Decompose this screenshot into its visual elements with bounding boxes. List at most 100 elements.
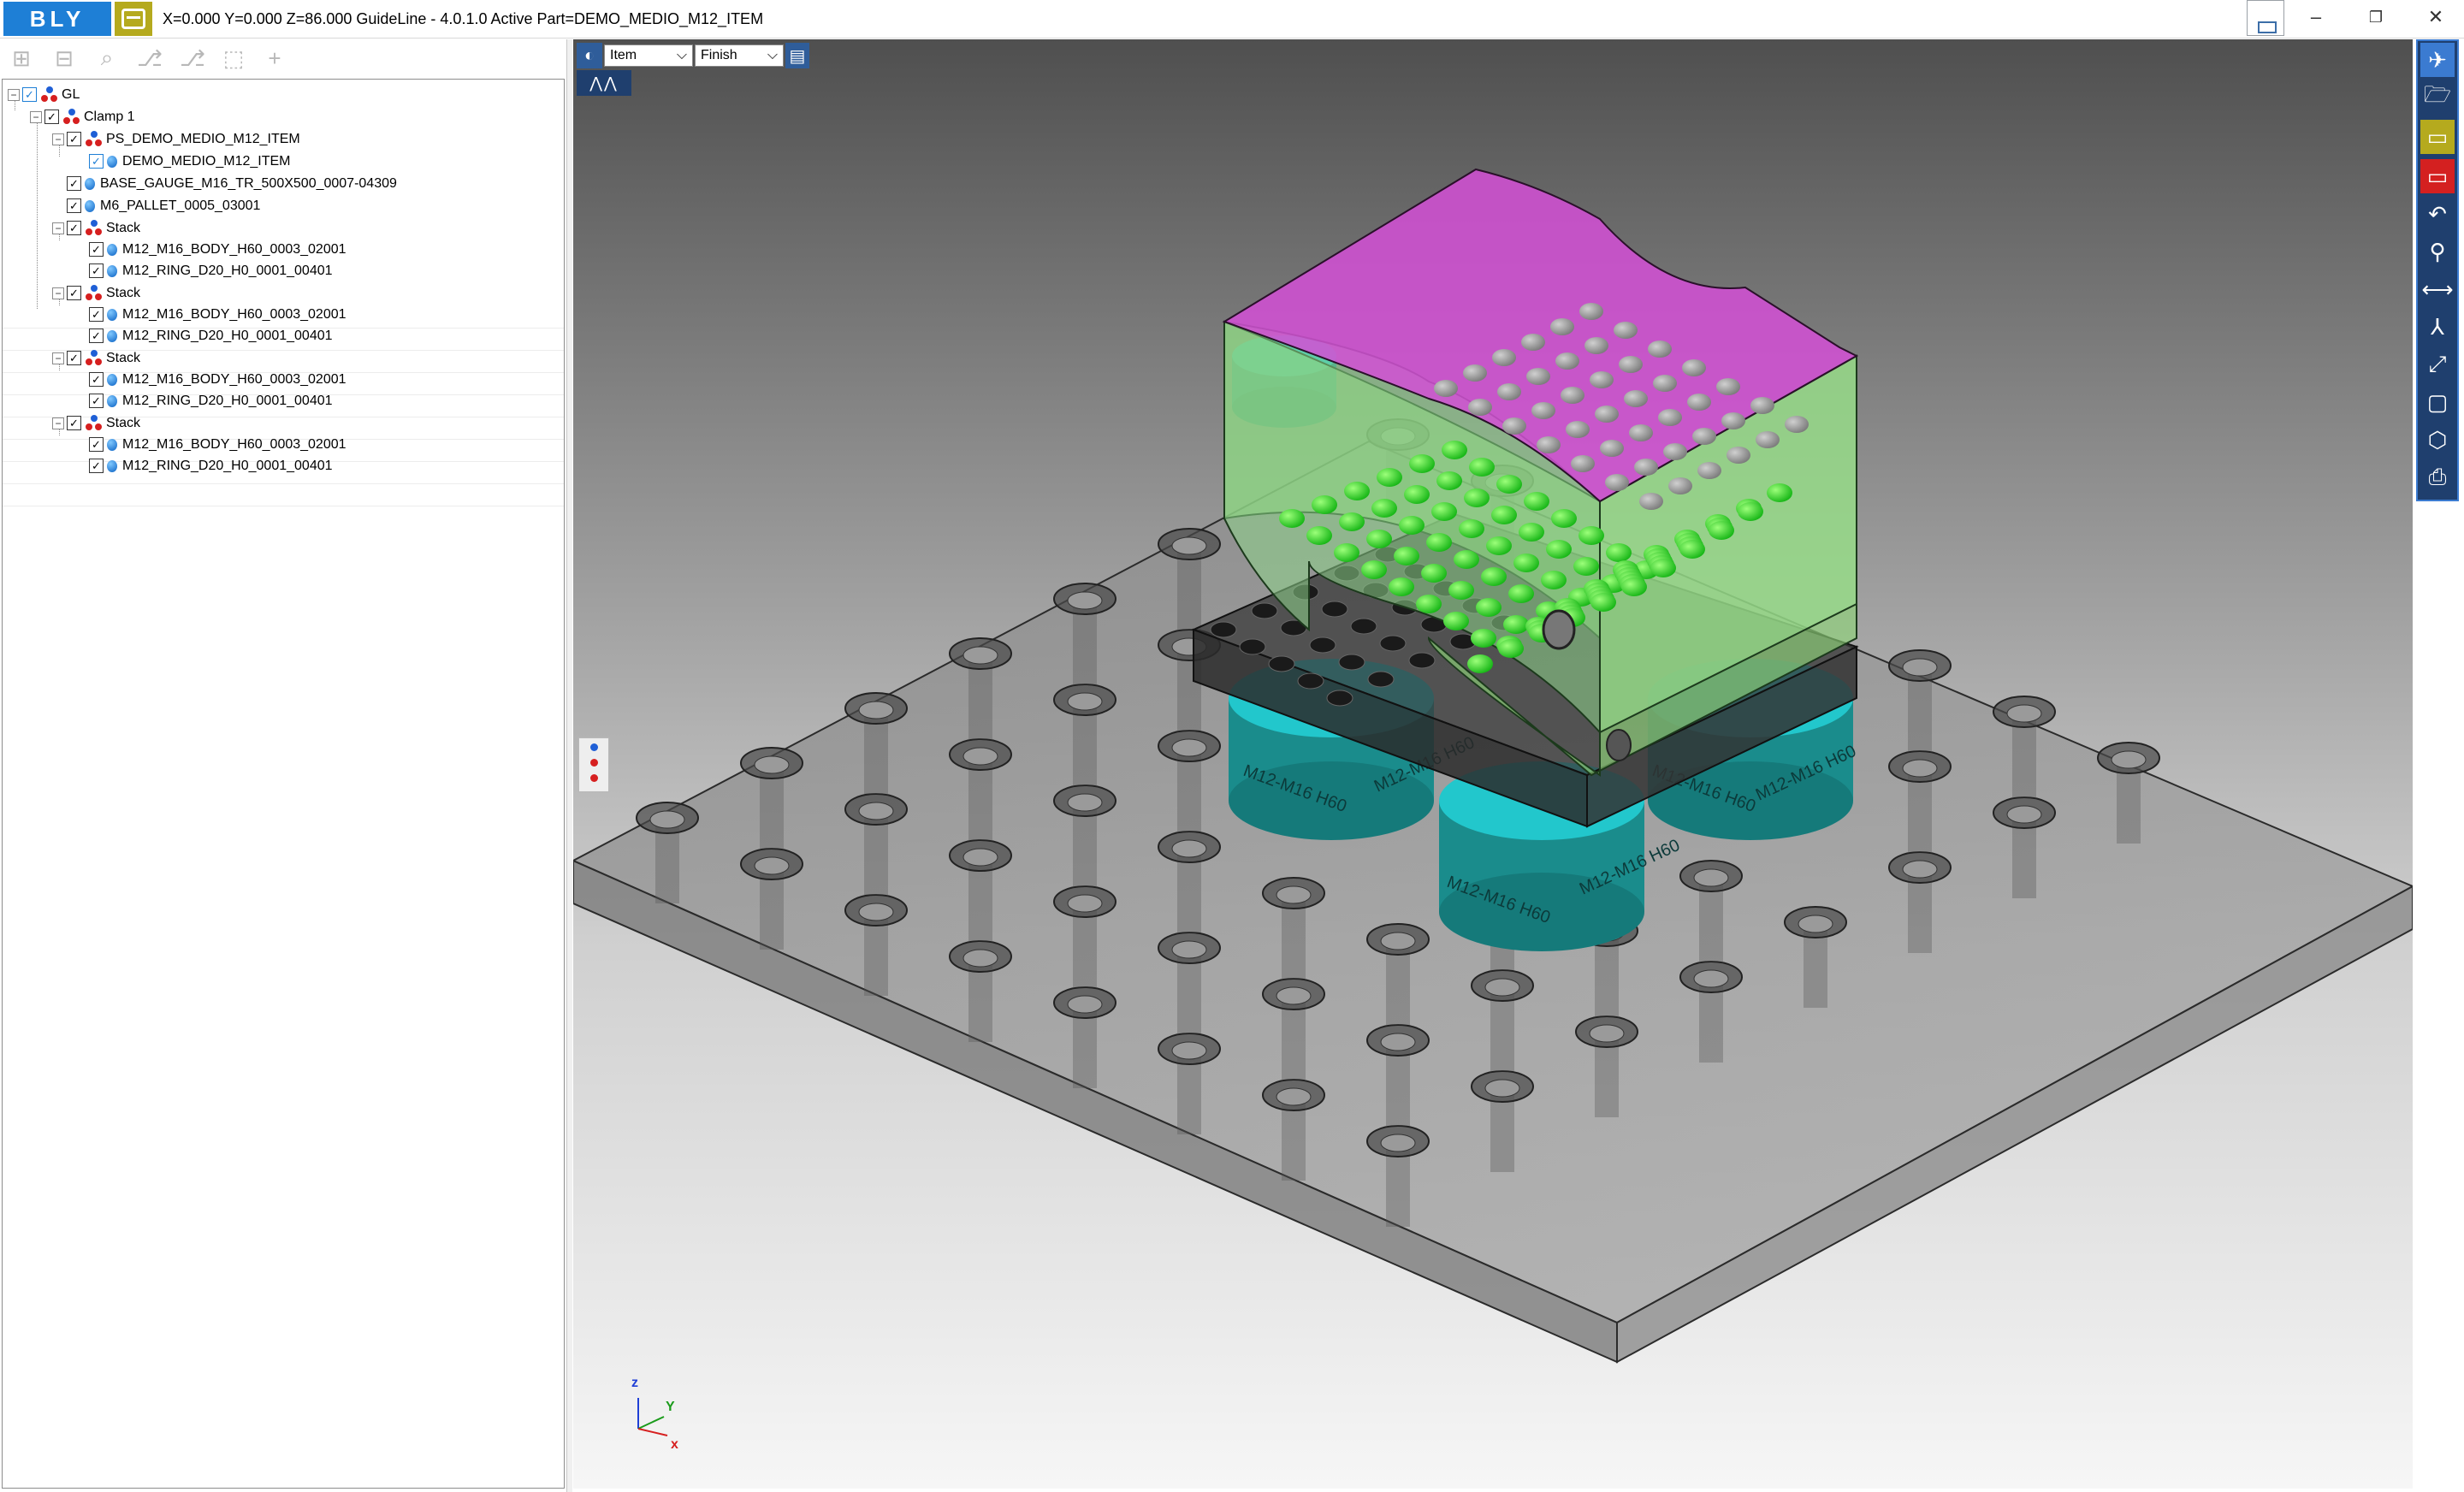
chevron-down-icon: ⌵: [767, 48, 778, 62]
checkbox[interactable]: ✓: [67, 176, 81, 191]
title-bar: BLY X=0.000 Y=0.000 Z=86.000 GuideLine -…: [0, 0, 2464, 38]
tree-item-ring[interactable]: ✓ M12_RING_D20_H0_0001_00401: [89, 390, 333, 411]
tree-item-label: M12_M16_BODY_H60_0003_02001: [122, 306, 346, 322]
section-view-icon[interactable]: ⋀⋀: [577, 70, 631, 96]
tree-item-body[interactable]: ✓ M12_M16_BODY_H60_0003_02001: [89, 369, 346, 390]
tree-item-demo-part[interactable]: ✓ DEMO_MEDIO_M12_ITEM: [89, 151, 290, 172]
tree-add-icon[interactable]: ⎇: [135, 44, 164, 72]
tree-item-stack[interactable]: − ✓ Stack: [52, 217, 140, 239]
base-hole: [1309, 636, 1336, 654]
bly-logo[interactable]: BLY: [3, 2, 111, 36]
add-icon[interactable]: +: [260, 44, 289, 72]
tree-item-body[interactable]: ✓ M12_M16_BODY_H60_0003_02001: [89, 239, 346, 260]
part-node-icon: [107, 308, 117, 321]
bly-yellow-icon[interactable]: ▭: [2420, 120, 2455, 154]
print-icon[interactable]: ⎙: [2420, 460, 2455, 494]
tree-item-body[interactable]: ✓ M12_M16_BODY_H60_0003_02001: [89, 434, 346, 455]
minimize-button[interactable]: –: [2286, 0, 2346, 34]
tree-item-ring[interactable]: ✓ M12_RING_D20_H0_0001_00401: [89, 260, 333, 281]
stack-toggle-icon[interactable]: [578, 737, 609, 792]
checkbox[interactable]: ✓: [67, 416, 81, 430]
pin-icon[interactable]: ✈: [2420, 43, 2455, 77]
3d-scene[interactable]: M12-M16 H60 M12-M16 H60 M12-M16 H60 M12-…: [573, 39, 2413, 1489]
checkbox[interactable]: ✓: [67, 351, 81, 365]
grip-point: [1306, 526, 1332, 545]
close-button[interactable]: ✕: [2406, 0, 2464, 34]
grip-point: [1434, 380, 1458, 397]
grip-point: [1526, 368, 1550, 385]
mode-select[interactable]: Item ⌵: [604, 44, 693, 67]
tree-item-stack[interactable]: − ✓ Stack: [52, 282, 140, 304]
tree-remove-icon[interactable]: ⎇: [178, 44, 207, 72]
checkbox[interactable]: ✓: [67, 286, 81, 300]
b-menu-icon[interactable]: [115, 2, 152, 36]
checkbox[interactable]: ✓: [67, 221, 81, 235]
view-options-icon[interactable]: ▤: [785, 43, 809, 68]
tree-item-gl[interactable]: − ✓ GL: [8, 84, 80, 105]
finish-select[interactable]: Finish ⌵: [695, 44, 784, 67]
collapse-toggle-icon[interactable]: −: [8, 88, 20, 101]
grip-point: [1590, 371, 1614, 388]
checkbox[interactable]: ✓: [89, 372, 104, 387]
checkbox[interactable]: ✓: [89, 459, 104, 473]
axes-icon[interactable]: ⅄: [2420, 310, 2455, 344]
undo-icon[interactable]: ↶: [2420, 197, 2455, 231]
checkbox[interactable]: ✓: [89, 307, 104, 322]
grip-point: [1371, 499, 1397, 518]
collapse-toggle-icon[interactable]: −: [52, 417, 64, 429]
lightbulb-icon[interactable]: ⚲: [2420, 234, 2455, 269]
group-node-icon: [62, 108, 81, 126]
tree-item-label: DEMO_MEDIO_M12_ITEM: [122, 153, 291, 169]
layout-icon[interactable]: [2247, 0, 2284, 36]
checkbox[interactable]: ✓: [89, 437, 104, 452]
grip-point: [1377, 468, 1402, 487]
tree-item-pallet[interactable]: ✓ M6_PALLET_0005_03001: [67, 195, 260, 216]
grip-point: [1416, 595, 1442, 613]
tree-item-ring[interactable]: ✓ M12_RING_D20_H0_0001_00401: [89, 455, 333, 477]
collapse-toggle-icon[interactable]: −: [52, 287, 64, 299]
checkbox[interactable]: ✓: [89, 154, 104, 169]
tree-item-label: M12_RING_D20_H0_0001_00401: [122, 263, 333, 278]
box-view-icon[interactable]: ▢: [2420, 385, 2455, 419]
chevron-down-icon: ⌵: [676, 48, 687, 62]
3d-viewport[interactable]: M12-M16 H60 M12-M16 H60 M12-M16 H60 M12-…: [573, 39, 2413, 1489]
part-node-icon: [107, 459, 117, 472]
checkbox[interactable]: ✓: [67, 198, 81, 213]
tree-item-body[interactable]: ✓ M12_M16_BODY_H60_0003_02001: [89, 304, 346, 325]
collapse-toggle-icon[interactable]: −: [52, 352, 64, 364]
expand-all-icon[interactable]: ⊞: [7, 44, 36, 72]
checkbox[interactable]: ✓: [22, 87, 37, 102]
collapse-toggle-icon[interactable]: −: [30, 110, 42, 123]
bly-red-icon[interactable]: ▭: [2420, 159, 2455, 193]
collapse-all-icon[interactable]: ⊟: [50, 44, 79, 72]
open-folder-icon[interactable]: 🗁: [2420, 80, 2455, 115]
grip-point: [1436, 471, 1462, 490]
collapse-toggle-icon[interactable]: −: [52, 222, 64, 234]
iso-view-icon[interactable]: ⬡: [2420, 423, 2455, 457]
right-toolbar: ✈ 🗁 ▭ ▭ ↶ ⚲ ⟷ ⅄ ⤢ ▢ ⬡ ⎙: [2416, 39, 2459, 501]
tree-item-ps-demo[interactable]: − ✓ PS_DEMO_MEDIO_M12_ITEM: [52, 128, 300, 150]
panel-splitter[interactable]: [566, 39, 572, 1492]
collapse-toggle-icon[interactable]: −: [52, 133, 64, 145]
maximize-button[interactable]: ❐: [2346, 0, 2406, 34]
select-frame-icon[interactable]: ⬚: [219, 44, 248, 72]
checkbox[interactable]: ✓: [89, 263, 104, 278]
tree-item-ring[interactable]: ✓ M12_RING_D20_H0_0001_00401: [89, 325, 333, 346]
measure-icon[interactable]: ⟷: [2420, 272, 2455, 306]
fit-view-icon[interactable]: ⤢: [2420, 347, 2455, 382]
part-node-icon: [85, 199, 95, 212]
grip-point: [1312, 495, 1337, 514]
shading-icon[interactable]: ◐: [577, 43, 602, 68]
tree-item-stack[interactable]: − ✓ Stack: [52, 347, 140, 369]
tree-item-stack[interactable]: − ✓ Stack: [52, 412, 140, 434]
checkbox[interactable]: ✓: [89, 242, 104, 257]
checkbox[interactable]: ✓: [89, 394, 104, 408]
tree-item-clamp[interactable]: − ✓ Clamp 1: [30, 106, 135, 127]
checkbox[interactable]: ✓: [89, 329, 104, 343]
axes-gizmo-icon: [637, 1398, 668, 1436]
tree-item-label: M12_M16_BODY_H60_0003_02001: [122, 241, 346, 257]
checkbox[interactable]: ✓: [44, 110, 59, 124]
search-icon[interactable]: ⌕: [92, 44, 121, 72]
tree-item-base-gauge[interactable]: ✓ BASE_GAUGE_M16_TR_500X500_0007-04309: [67, 173, 397, 194]
checkbox[interactable]: ✓: [67, 132, 81, 146]
